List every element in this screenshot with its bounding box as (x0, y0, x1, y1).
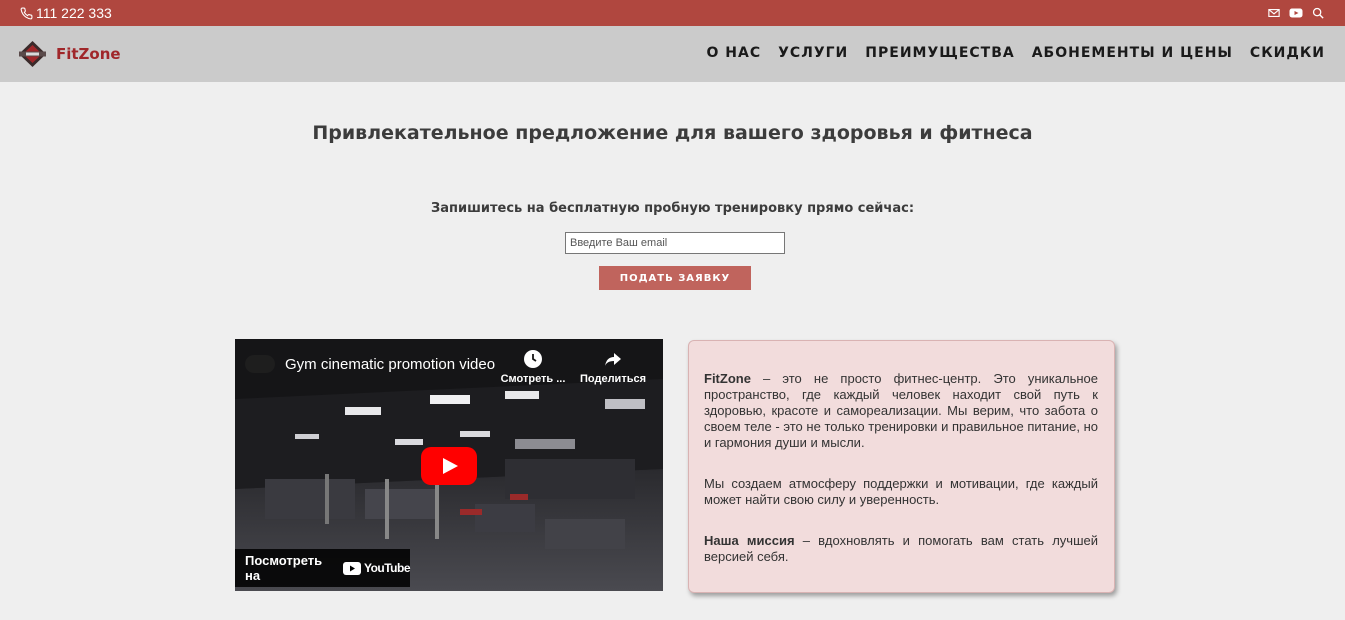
phone-number: 111 222 333 (36, 5, 112, 21)
mission-paragraph: Наша миссия – вдохновлять и помогать вам… (704, 533, 1098, 565)
nav-services[interactable]: УСЛУГИ (778, 45, 848, 61)
logo-emblem (19, 41, 46, 67)
watch-on-label: Посмотреть на (245, 553, 323, 583)
youtube-wordmark: YouTube (363, 561, 411, 575)
search-icon[interactable] (1311, 6, 1325, 20)
about-text: – это не просто фитнес-центр. Это уникал… (704, 371, 1098, 450)
signup-prompt: Запишитесь на бесплатную пробную трениро… (430, 201, 915, 216)
email-field[interactable] (565, 232, 785, 254)
about-card: FitZone – это не просто фитнес-центр. Эт… (688, 340, 1115, 593)
brand-name: FitZone (56, 45, 121, 63)
nav-about[interactable]: О НАС (707, 45, 762, 61)
nav-pricing[interactable]: АБОНЕМЕНТЫ И ЦЕНЫ (1032, 45, 1233, 61)
about-paragraph-2: Мы создаем атмосферу поддержки и мотивац… (704, 476, 1098, 507)
watch-later-label: Смотреть ... (500, 373, 566, 385)
about-paragraph: FitZone – это не просто фитнес-центр. Эт… (704, 371, 1098, 451)
top-bar: 111 222 333 (0, 0, 1345, 26)
play-button-icon[interactable] (421, 447, 477, 485)
mail-icon[interactable] (1267, 6, 1281, 20)
submit-button[interactable]: ПОДАТЬ ЗАЯВКУ (599, 266, 751, 290)
about-brand: FitZone (704, 371, 751, 386)
youtube-play-icon (342, 561, 361, 575)
watch-on-youtube[interactable]: Посмотреть на YouTube (235, 549, 411, 587)
video-player[interactable]: Gym cinematic promotion video Смотреть .… (235, 339, 663, 591)
share-label: Поделиться (579, 373, 647, 385)
navbar: FitZone О НАС УСЛУГИ ПРЕИМУЩЕСТВА АБОНЕМ… (0, 26, 1345, 82)
watch-later-button[interactable]: Смотреть ... (493, 349, 573, 385)
mission-label: Наша миссия (704, 533, 795, 548)
channel-avatar[interactable] (245, 355, 275, 373)
nav-advantages[interactable]: ПРЕИМУЩЕСТВА (865, 45, 1014, 61)
phone-icon (20, 7, 33, 19)
share-button[interactable]: Поделиться (573, 349, 653, 385)
main-nav: О НАС УСЛУГИ ПРЕИМУЩЕСТВА АБОНЕМЕНТЫ И Ц… (707, 45, 1325, 61)
phone-contact[interactable]: 111 222 333 (20, 5, 112, 21)
clock-icon (524, 350, 542, 368)
logo[interactable]: FitZone (17, 40, 121, 68)
share-icon (605, 353, 621, 366)
youtube-icon[interactable] (1289, 6, 1303, 20)
video-title[interactable]: Gym cinematic promotion video (285, 356, 495, 373)
nav-discounts[interactable]: СКИДКИ (1250, 45, 1325, 61)
youtube-logo: YouTube (342, 561, 411, 575)
page-title: Привлекательное предложение для вашего з… (312, 122, 1033, 144)
